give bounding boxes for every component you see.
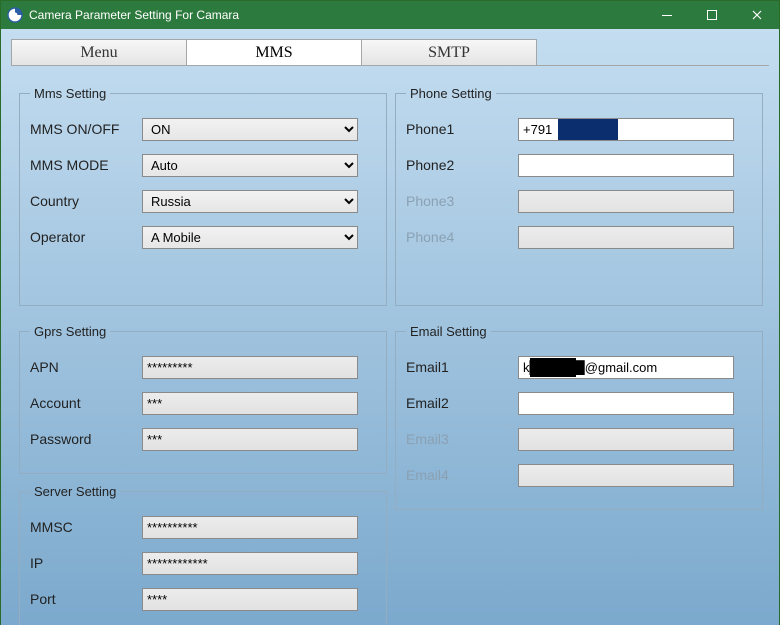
phone4-label: Phone4 <box>406 229 518 245</box>
ip-label: IP <box>30 555 142 571</box>
port-input[interactable] <box>142 588 358 611</box>
tab-smtp[interactable]: SMTP <box>361 39 537 65</box>
minimize-button[interactable] <box>644 1 689 29</box>
password-input[interactable] <box>142 428 358 451</box>
phone-setting-legend: Phone Setting <box>406 86 496 101</box>
tab-strip: Menu MMS SMTP <box>1 29 779 65</box>
operator-label: Operator <box>30 229 142 245</box>
email2-label: Email2 <box>406 395 518 411</box>
phone2-label: Phone2 <box>406 157 518 173</box>
phone3-input[interactable] <box>518 190 734 213</box>
server-setting-group: Server Setting MMSC IP Port <box>19 484 387 625</box>
gprs-setting-legend: Gprs Setting <box>30 324 110 339</box>
phone-setting-group: Phone Setting Phone1 Phone2 <box>395 86 763 306</box>
gprs-setting-group: Gprs Setting APN Account Password <box>19 324 387 474</box>
server-setting-legend: Server Setting <box>30 484 120 499</box>
email1-label: Email1 <box>406 359 518 375</box>
client-area: Menu MMS SMTP Mms Setting MMS ON/OFF ON … <box>1 29 779 625</box>
mms-setting-legend: Mms Setting <box>30 86 110 101</box>
ip-input[interactable] <box>142 552 358 575</box>
close-button[interactable] <box>734 1 779 29</box>
operator-select[interactable]: A Mobile <box>142 226 358 249</box>
account-label: Account <box>30 395 142 411</box>
phone3-label: Phone3 <box>406 193 518 209</box>
email4-input[interactable] <box>518 464 734 487</box>
email4-label: Email4 <box>406 467 518 483</box>
mms-onoff-select[interactable]: ON <box>142 118 358 141</box>
title-bar: Camera Parameter Setting For Camara <box>1 1 779 29</box>
app-icon <box>7 7 23 23</box>
password-label: Password <box>30 431 142 447</box>
apn-label: APN <box>30 359 142 375</box>
mmsc-label: MMSC <box>30 519 142 535</box>
email3-label: Email3 <box>406 431 518 447</box>
mms-mode-label: MMS MODE <box>30 157 142 173</box>
mms-mode-select[interactable]: Auto <box>142 154 358 177</box>
port-label: Port <box>30 591 142 607</box>
phone1-input[interactable] <box>518 118 734 141</box>
mmsc-input[interactable] <box>142 516 358 539</box>
email-setting-group: Email Setting Email1 Email2 <box>395 324 763 510</box>
phone1-label: Phone1 <box>406 121 518 137</box>
phone2-input[interactable] <box>518 154 734 177</box>
window-buttons <box>644 1 779 29</box>
mms-onoff-label: MMS ON/OFF <box>30 121 142 137</box>
email-setting-legend: Email Setting <box>406 324 491 339</box>
country-select[interactable]: Russia <box>142 190 358 213</box>
tab-menu[interactable]: Menu <box>11 39 187 65</box>
apn-input[interactable] <box>142 356 358 379</box>
email3-input[interactable] <box>518 428 734 451</box>
phone4-input[interactable] <box>518 226 734 249</box>
maximize-button[interactable] <box>689 1 734 29</box>
country-label: Country <box>30 193 142 209</box>
account-input[interactable] <box>142 392 358 415</box>
mms-setting-group: Mms Setting MMS ON/OFF ON MMS MODE Auto … <box>19 86 387 306</box>
email2-input[interactable] <box>518 392 734 415</box>
mms-page: Mms Setting MMS ON/OFF ON MMS MODE Auto … <box>11 65 769 625</box>
tab-mms[interactable]: MMS <box>186 39 362 65</box>
email1-redaction <box>530 358 576 377</box>
window-title: Camera Parameter Setting For Camara <box>29 8 644 22</box>
app-window: Camera Parameter Setting For Camara Menu… <box>0 0 780 625</box>
